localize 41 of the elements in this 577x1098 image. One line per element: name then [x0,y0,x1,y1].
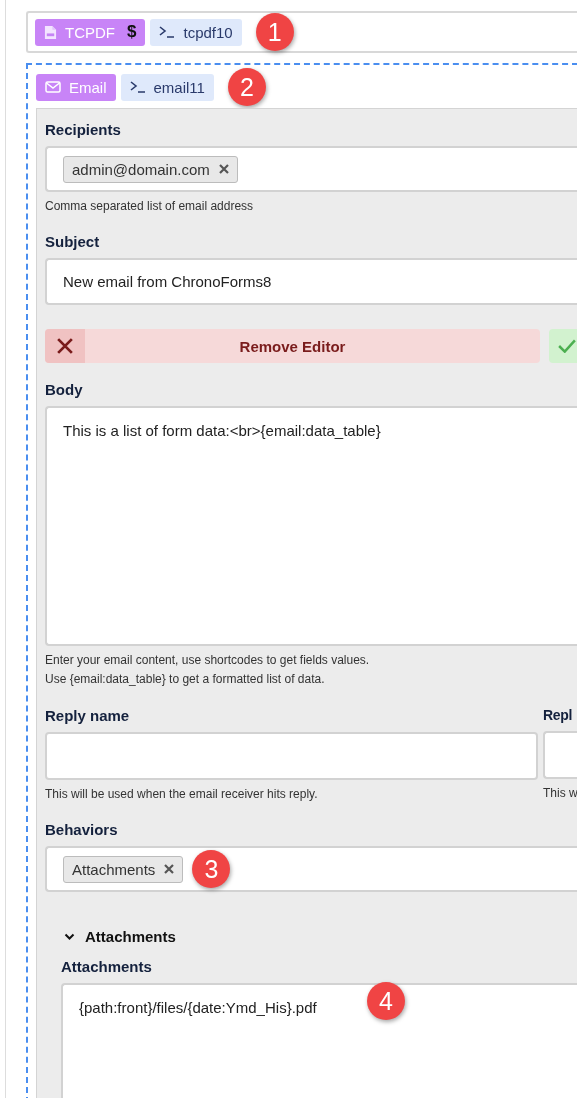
remove-editor-button[interactable]: Remove Editor [45,329,540,363]
section-toggle[interactable]: Attachments [61,928,577,945]
close-icon [57,338,73,354]
field-label: Subject [45,233,101,250]
badge-label: tcpdf10 [183,23,233,41]
badge-suffix: $ [127,22,137,42]
chevron-icon [64,932,75,941]
block-type-badge[interactable]: TCPDF $ [35,18,146,46]
help-text: This w [543,786,577,800]
badge-label: email11 [153,78,205,96]
terminal-icon [129,81,146,93]
help-text: Comma separated list of email address [45,199,255,213]
field-label: Behaviors [45,821,119,838]
field-label: Reply name [45,707,131,724]
badge-label: TCPDF [65,23,115,41]
tags-field[interactable]: Attachments 3 [45,846,577,892]
field-label: Attachments [61,958,153,975]
help-text: Enter your email content, use shortcodes to get fields values. [45,653,371,667]
envelope-icon [45,81,61,93]
tag[interactable]: Attachments [63,855,184,883]
input-field[interactable]: New email from ChronoForms8 [45,258,577,305]
pdf-file-icon [44,24,57,40]
close-icon[interactable] [218,164,229,174]
callout-marker: 1 [255,13,294,51]
help-text: This will be used when the email receiver hits reply. [45,787,319,801]
text-area[interactable]: This is a list of form data:<br>{email:data_table} [45,406,577,646]
tags-field[interactable]: admin@domain.com [45,146,577,192]
callout-marker: 3 [192,850,231,888]
terminal-icon [159,26,176,38]
field-label: Body [45,381,84,398]
callout-marker: 2 [227,68,266,106]
check-icon [558,339,576,353]
tag[interactable]: admin@domain.com [63,155,238,183]
field-label: Repl [543,707,574,723]
block-name-badge[interactable]: email11 [120,73,214,101]
help-text: Use {email:data_table} to get a formatted list of data. [45,672,326,686]
close-icon[interactable] [164,864,175,874]
field-label: Recipients [45,121,122,138]
block-name-badge[interactable]: tcpdf10 [150,18,242,46]
enable-editor-button[interactable] [549,329,577,363]
badge-label: Email [69,78,107,96]
